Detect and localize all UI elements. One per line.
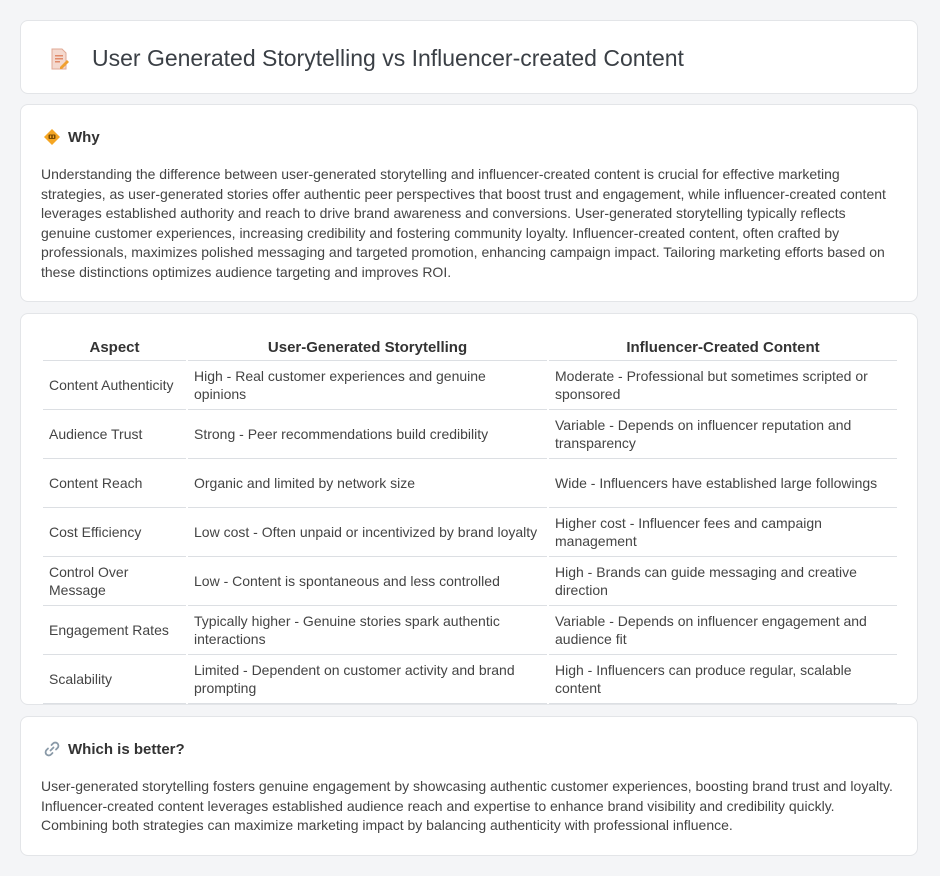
why-text: Understanding the difference between use… <box>41 166 886 280</box>
comparison-card: Aspect User-Generated Storytelling Influ… <box>20 313 918 705</box>
page-title: User Generated Storytelling vs Influence… <box>92 45 684 71</box>
column-header-aspect: Aspect <box>43 334 186 361</box>
which-section: Which is better? User-generated storytel… <box>20 716 918 856</box>
user-generated-cell: Limited - Dependent on customer activity… <box>188 655 547 704</box>
why-heading: Why <box>68 128 100 146</box>
why-section: Why Understanding the difference between… <box>20 104 918 302</box>
table-row: Control Over Message Low - Content is sp… <box>43 557 897 606</box>
link-icon <box>44 741 60 757</box>
document-edit-icon <box>51 48 69 70</box>
which-heading: Which is better? <box>68 740 185 758</box>
aspect-cell: Engagement Rates <box>43 606 186 655</box>
comparison-table: Aspect User-Generated Storytelling Influ… <box>41 334 899 704</box>
table-row: Cost Efficiency Low cost - Often unpaid … <box>43 508 897 557</box>
user-generated-cell: High - Real customer experiences and gen… <box>188 361 547 410</box>
user-generated-cell: Organic and limited by network size <box>188 459 547 508</box>
influencer-cell: Variable - Depends on influencer engagem… <box>549 606 897 655</box>
aspect-cell: Content Authenticity <box>43 361 186 410</box>
aspect-cell: Scalability <box>43 655 186 704</box>
influencer-cell: Wide - Influencers have established larg… <box>549 459 897 508</box>
which-text: User-generated storytelling fosters genu… <box>41 778 893 834</box>
why-heading-row: Why <box>43 127 100 147</box>
influencer-cell: High - Brands can guide messaging and cr… <box>549 557 897 606</box>
user-generated-cell: Low cost - Often unpaid or incentivized … <box>188 508 547 557</box>
influencer-cell: Variable - Depends on influencer reputat… <box>549 410 897 459</box>
influencer-cell: Higher cost - Influencer fees and campai… <box>549 508 897 557</box>
table-row: Content Reach Organic and limited by net… <box>43 459 897 508</box>
diamond-warning-icon <box>44 129 60 145</box>
user-generated-cell: Low - Content is spontaneous and less co… <box>188 557 547 606</box>
table-row: Content Authenticity High - Real custome… <box>43 361 897 410</box>
user-generated-cell: Strong - Peer recommendations build cred… <box>188 410 547 459</box>
table-row: Engagement Rates Typically higher - Genu… <box>43 606 897 655</box>
table-row: Audience Trust Strong - Peer recommendat… <box>43 410 897 459</box>
column-header-user-generated: User-Generated Storytelling <box>188 334 547 361</box>
user-generated-cell: Typically higher - Genuine stories spark… <box>188 606 547 655</box>
influencer-cell: High - Influencers can produce regular, … <box>549 655 897 704</box>
aspect-cell: Audience Trust <box>43 410 186 459</box>
column-header-influencer: Influencer-Created Content <box>549 334 897 361</box>
aspect-cell: Cost Efficiency <box>43 508 186 557</box>
which-heading-row: Which is better? <box>43 739 185 759</box>
aspect-cell: Control Over Message <box>43 557 186 606</box>
title-card: User Generated Storytelling vs Influence… <box>20 20 918 94</box>
table-row: Scalability Limited - Dependent on custo… <box>43 655 897 704</box>
aspect-cell: Content Reach <box>43 459 186 508</box>
influencer-cell: Moderate - Professional but sometimes sc… <box>549 361 897 410</box>
